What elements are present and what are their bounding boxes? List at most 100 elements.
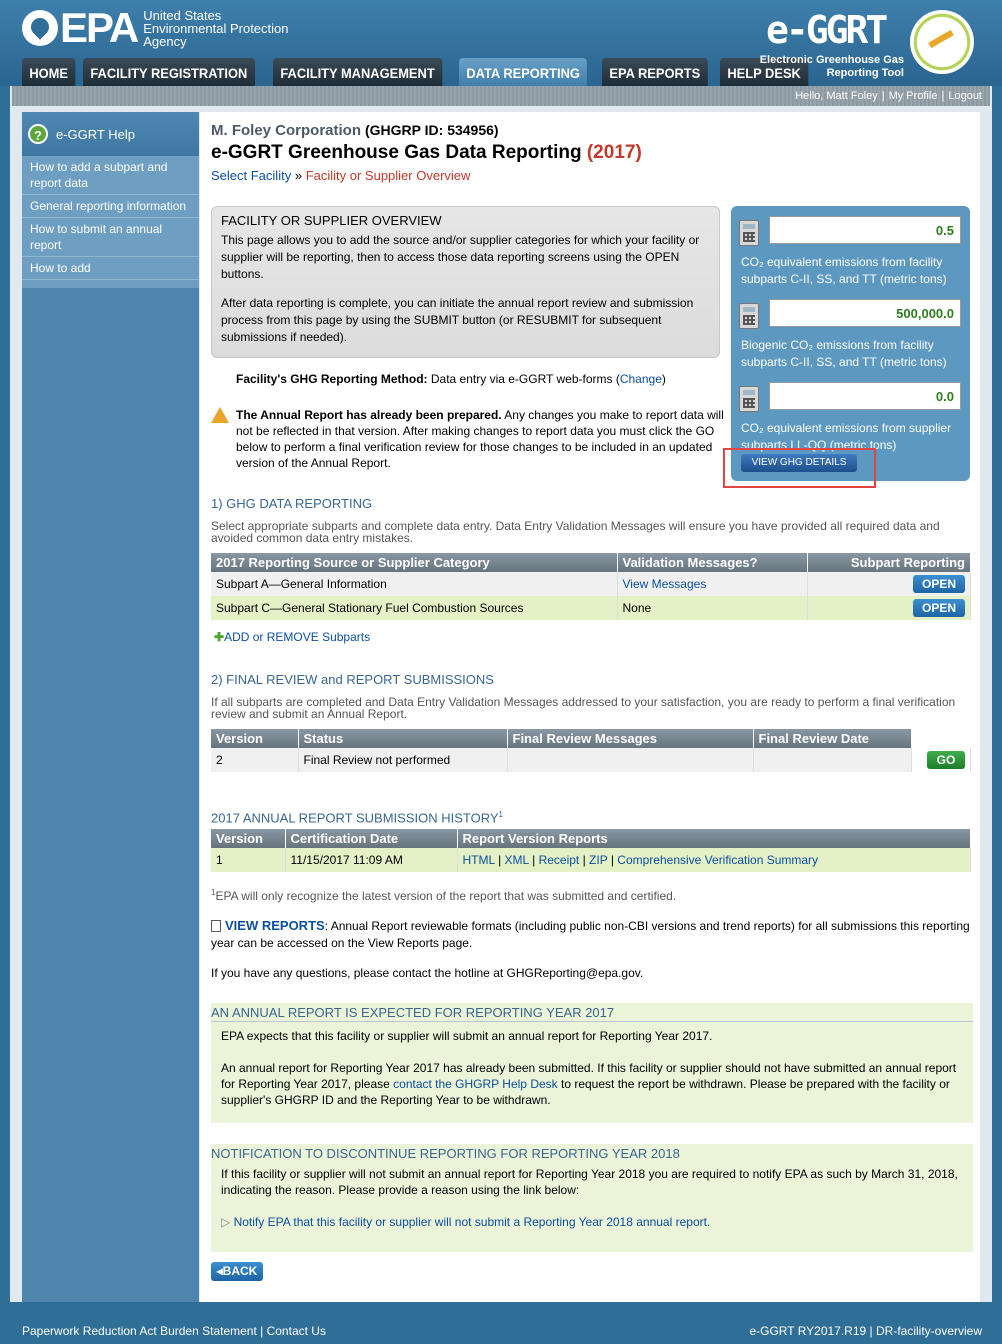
hotline-text: If you have any questions, please contac… bbox=[211, 966, 644, 980]
header: EPA United States Environmental Protectio… bbox=[0, 0, 1002, 86]
table-row: 1 11/15/2017 11:09 AM HTML | XML | Recei… bbox=[211, 848, 971, 872]
calculator-icon bbox=[739, 220, 759, 246]
footer: Paperwork Reduction Act Burden Statement… bbox=[22, 1324, 982, 1338]
expected-report-section: AN ANNUAL REPORT IS EXPECTED FOR REPORTI… bbox=[211, 1003, 973, 1123]
emissions-panel: 0.5 CO₂ equivalent emissions from facili… bbox=[731, 206, 970, 481]
go-button[interactable]: GO bbox=[927, 751, 965, 769]
document-icon bbox=[211, 920, 221, 932]
supplier-value: 0.0 bbox=[769, 382, 961, 410]
discontinue-section: NOTIFICATION TO DISCONTINUE REPORTING FO… bbox=[211, 1144, 973, 1252]
expected-para-1: EPA expects that this facility or suppli… bbox=[221, 1029, 713, 1043]
calculator-icon bbox=[739, 303, 759, 329]
tab-home[interactable]: HOME bbox=[22, 58, 76, 86]
history-version: 1 bbox=[211, 848, 286, 872]
open-subpart-a-button[interactable]: OPEN bbox=[913, 575, 965, 593]
select-facility-link[interactable]: Select Facility bbox=[211, 168, 291, 183]
page-id-label: DR-facility-overview bbox=[875, 1324, 982, 1338]
back-button[interactable]: ◂BACK bbox=[211, 1262, 263, 1281]
view-reports-link[interactable]: VIEW REPORTS bbox=[225, 918, 325, 933]
user-bar: Hello, Matt Foley | My Profile | Logout bbox=[12, 86, 990, 106]
reporting-method: Facility's GHG Reporting Method: Data en… bbox=[236, 372, 666, 386]
sidebar-item-submit-report[interactable]: How to submit an annual report bbox=[22, 218, 199, 257]
highlight-box bbox=[723, 448, 876, 488]
validation-status: None bbox=[617, 596, 808, 620]
tab-facility-management[interactable]: FACILITY MANAGEMENT bbox=[272, 58, 442, 86]
version-label: e-GGRT RY2017.R19 bbox=[749, 1324, 867, 1338]
sidebar-help-list: How to add a subpart and report data Gen… bbox=[22, 156, 199, 288]
sidebar: ? e-GGRT Help How to add a subpart and r… bbox=[22, 112, 199, 1302]
zip-link[interactable]: ZIP bbox=[589, 853, 607, 867]
tab-data-reporting[interactable]: DATA REPORTING bbox=[459, 58, 588, 86]
status-cell: Final Review not performed bbox=[298, 748, 508, 772]
open-subpart-c-button[interactable]: OPEN bbox=[913, 599, 965, 617]
final-review-heading: 2) FINAL REVIEW and REPORT SUBMISSIONS bbox=[211, 672, 494, 687]
notify-epa-link[interactable]: Notify EPA that this facility or supplie… bbox=[234, 1215, 711, 1229]
eggrt-title: e-GGRT bbox=[766, 8, 888, 52]
co2e-facility-label: CO₂ equivalent emissions from facility s… bbox=[741, 255, 947, 286]
epa-wordmark: EPA bbox=[60, 4, 139, 51]
change-method-link[interactable]: Change bbox=[620, 372, 662, 386]
version-cell: 2 bbox=[211, 748, 299, 772]
user-greeting: Hello, Matt Foley bbox=[795, 90, 878, 102]
history-footnote: 1EPA will only recognize the latest vers… bbox=[211, 888, 677, 903]
add-remove-subparts-link[interactable]: ADD or REMOVE Subparts bbox=[224, 630, 370, 644]
page-title: e-GGRT Greenhouse Gas Data Reporting (20… bbox=[211, 142, 642, 163]
arrow-right-icon: ▷ bbox=[221, 1215, 231, 1229]
help-desk-link[interactable]: contact the GHGRP Help Desk bbox=[393, 1077, 558, 1091]
table-row: Subpart A—General Information View Messa… bbox=[211, 572, 971, 596]
sidebar-help-title: e-GGRT Help bbox=[56, 126, 135, 142]
agency-name: United States Environmental Protection Age… bbox=[143, 7, 289, 49]
company-name: M. Foley Corporation (GHGRP ID: 534956) bbox=[211, 122, 499, 139]
sidebar-item-add-subpart[interactable]: How to add a subpart and report data bbox=[22, 156, 199, 195]
ghgrp-id: (GHGRP ID: 534956) bbox=[365, 122, 499, 138]
final-review-table: Version Status Final Review Messages Final … bbox=[211, 729, 973, 772]
view-reports-note: VIEW REPORTS: Annual Report reviewable f… bbox=[211, 918, 970, 950]
verification-summary-link[interactable]: Comprehensive Verification Summary bbox=[617, 853, 818, 867]
contact-us-link[interactable]: Contact Us bbox=[267, 1324, 326, 1338]
discontinue-text: If this facility or supplier will not su… bbox=[221, 1167, 958, 1197]
sidebar-item-general-info[interactable]: General reporting information bbox=[22, 195, 199, 218]
logout-link[interactable]: Logout bbox=[948, 90, 982, 102]
receipt-link[interactable]: Receipt bbox=[539, 853, 580, 867]
overview-para-1: This page allows you to add the source a… bbox=[221, 233, 700, 281]
subpart-category: Subpart C—General Stationary Fuel Combus… bbox=[211, 596, 618, 620]
submission-history-heading: 2017 ANNUAL REPORT SUBMISSION HISTORY1 bbox=[211, 810, 503, 826]
biogenic-label: Biogenic CO₂ emissions from facility sub… bbox=[741, 338, 947, 369]
overview-heading: FACILITY OR SUPPLIER OVERVIEW bbox=[221, 213, 442, 228]
epa-seal-icon bbox=[22, 10, 58, 46]
calculator-icon bbox=[739, 386, 759, 412]
subpart-category: Subpart A—General Information bbox=[211, 572, 618, 596]
overview-box: FACILITY OR SUPPLIER OVERVIEW This page … bbox=[211, 206, 720, 358]
sidebar-item-how-to-add[interactable]: How to add bbox=[22, 257, 199, 280]
epa-logo[interactable]: EPA United States Environmental Protectio… bbox=[22, 4, 289, 51]
tab-epa-reports[interactable]: EPA REPORTS bbox=[601, 58, 708, 86]
egret-logo-icon bbox=[910, 10, 974, 74]
main-nav: HOME FACILITY REGISTRATION FACILITY MANA… bbox=[22, 58, 815, 86]
eggrt-subtitle: Electronic Greenhouse Gas Reporting Tool bbox=[759, 54, 904, 79]
add-remove-subparts[interactable]: ✚ADD or REMOVE Subparts bbox=[214, 630, 370, 644]
expected-para-2: An annual report for Reporting Year 2017… bbox=[221, 1061, 957, 1107]
paperwork-link[interactable]: Paperwork Reduction Act Burden Statement bbox=[22, 1324, 257, 1338]
report-prepared-warning: The Annual Report has already been prepa… bbox=[211, 407, 726, 471]
expected-heading: AN ANNUAL REPORT IS EXPECTED FOR REPORTI… bbox=[211, 1005, 973, 1022]
biogenic-value: 500,000.0 bbox=[769, 299, 961, 327]
my-profile-link[interactable]: My Profile bbox=[889, 90, 938, 102]
breadcrumb: Select Facility » Facility or Supplier O… bbox=[211, 168, 471, 183]
view-messages-link[interactable]: View Messages bbox=[623, 577, 707, 591]
help-icon: ? bbox=[28, 124, 48, 144]
co2e-facility-value: 0.5 bbox=[769, 216, 961, 244]
xml-report-link[interactable]: XML bbox=[505, 853, 529, 867]
tab-facility-registration[interactable]: FACILITY REGISTRATION bbox=[83, 58, 255, 86]
overview-para-2: After data reporting is complete, you ca… bbox=[221, 296, 694, 344]
final-review-note: If all subparts are completed and Data E… bbox=[211, 695, 956, 721]
html-report-link[interactable]: HTML bbox=[463, 853, 495, 867]
breadcrumb-current: Facility or Supplier Overview bbox=[305, 168, 471, 183]
main-content: M. Foley Corporation (GHGRP ID: 534956) e… bbox=[200, 112, 980, 1302]
table-row: 2 Final Review not performed GO bbox=[211, 748, 971, 772]
discontinue-heading: NOTIFICATION TO DISCONTINUE REPORTING FO… bbox=[211, 1146, 680, 1161]
report-year: (2017) bbox=[586, 142, 642, 163]
final-review-messages-cell bbox=[507, 748, 754, 772]
subparts-table-header: 2017 Reporting Source or Supplier Catego… bbox=[211, 553, 971, 572]
ghg-data-reporting-heading: 1) GHG DATA REPORTING bbox=[211, 496, 373, 511]
plus-icon: ✚ bbox=[214, 630, 225, 644]
